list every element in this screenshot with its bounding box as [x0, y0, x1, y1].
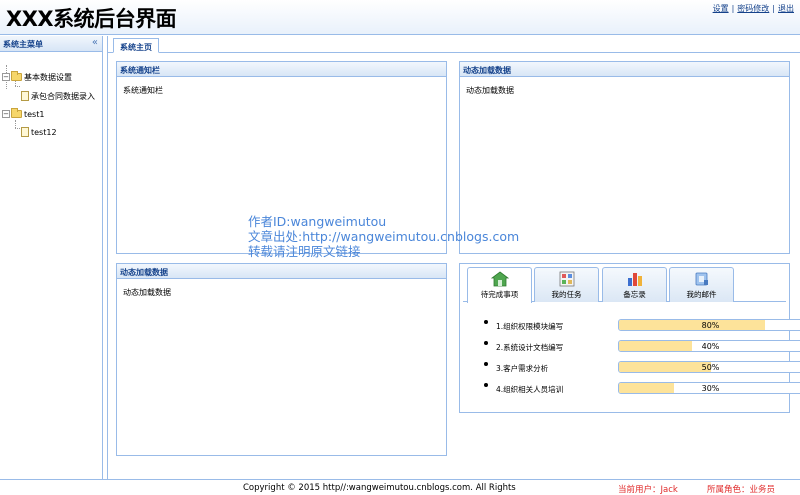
file-icon: [21, 127, 29, 137]
collapse-toggle-icon[interactable]: −: [2, 110, 10, 118]
panel-title: 系统通知栏: [117, 62, 446, 77]
folder-open-icon: [11, 108, 22, 118]
bullet-icon: [484, 383, 488, 387]
tree-leaf-test12[interactable]: test12: [21, 125, 57, 139]
top-links: 设置 | 密码修改 | 退出: [713, 3, 794, 14]
panel-content: 系统通知栏: [123, 86, 163, 95]
watermark-line: 作者ID:wangweimutou: [248, 214, 387, 229]
sidebar: 系统主菜单 « − 基本数据设置 承包合同数据录入 − test1 test12: [0, 36, 103, 479]
task-name: 2.系统设计文档编写: [496, 343, 564, 352]
task-item: 3.客户需求分析 50%: [484, 361, 800, 375]
mail-icon: [693, 271, 711, 287]
progress-label: 30%: [701, 384, 720, 393]
panel-title: 动态加载数据: [117, 264, 446, 279]
tab-home[interactable]: 系统主页: [113, 38, 159, 53]
collapse-icon[interactable]: «: [92, 37, 98, 48]
panel-title: 动态加载数据: [460, 62, 789, 77]
tree-leaf-label: 承包合同数据录入: [31, 91, 95, 101]
task-list-icon: [558, 271, 576, 287]
panel-content: 动态加载数据: [123, 288, 171, 297]
task-name: 4.组织相关人员培训: [496, 385, 564, 394]
progress-label: 50%: [701, 363, 720, 372]
settings-link[interactable]: 设置: [713, 4, 729, 13]
tasks-panel: 待完成事项 我的任务 备忘录 我的邮件 1.组织权限模块编写 80% 2.系统设…: [459, 263, 800, 413]
watermark-line: 文章出处:http://wangweimutou.cnblogs.com: [248, 229, 520, 244]
tab-label: 我的邮件: [686, 290, 717, 299]
current-role: 所属角色：业务员: [707, 485, 776, 495]
tab-pending-items[interactable]: 待完成事项: [467, 267, 532, 303]
progress-bar: 50%: [618, 361, 800, 373]
bullet-icon: [484, 341, 488, 345]
task-tabs: 待完成事项 我的任务 备忘录 我的邮件: [463, 267, 786, 303]
progress-label: 40%: [701, 342, 720, 351]
dynamic-data-panel-2: 动态加载数据 动态加载数据: [116, 263, 447, 456]
tab-label: 我的任务: [551, 290, 582, 299]
watermark-line: 转载请注明原文链接: [248, 244, 361, 259]
link-separator: |: [772, 4, 775, 13]
panel-content: 动态加载数据: [466, 86, 514, 95]
progress-label: 80%: [701, 321, 720, 330]
progress-bar: 40%: [618, 340, 800, 352]
tab-my-tasks[interactable]: 我的任务: [534, 267, 599, 302]
tab-my-mail[interactable]: 我的邮件: [669, 267, 734, 302]
folder-open-icon: [11, 71, 22, 81]
file-icon: [21, 91, 29, 101]
bar-chart-icon: [626, 271, 644, 287]
tree-node-label: test1: [24, 109, 45, 119]
sidebar-title: 系统主菜单: [3, 40, 43, 49]
progress-bar: 30%: [618, 382, 800, 394]
task-item: 4.组织相关人员培训 30%: [484, 382, 800, 396]
task-name: 3.客户需求分析: [496, 364, 549, 373]
collapse-toggle-icon[interactable]: −: [2, 73, 10, 81]
home-icon: [490, 271, 509, 287]
header: XXX系统后台界面 设置 | 密码修改 | 退出: [0, 0, 800, 35]
tree-node-basic-data[interactable]: − 基本数据设置: [2, 70, 72, 84]
bullet-icon: [484, 362, 488, 366]
tab-label: 备忘录: [623, 290, 646, 299]
tree-leaf-contract-entry[interactable]: 承包合同数据录入: [21, 89, 95, 103]
sidebar-header: 系统主菜单 «: [0, 36, 102, 52]
tab-memo[interactable]: 备忘录: [602, 267, 667, 302]
task-item: 2.系统设计文档编写 40%: [484, 340, 800, 354]
app-title: XXX系统后台界面: [6, 7, 177, 31]
current-user: 当前用户：Jack: [618, 485, 678, 495]
tree-node-label: 基本数据设置: [24, 72, 72, 82]
progress-bar: 80%: [618, 319, 800, 331]
bullet-icon: [484, 320, 488, 324]
tree-node-test1[interactable]: − test1: [2, 107, 44, 121]
tab-bar: 系统主页: [108, 36, 800, 53]
watermark: 作者ID:wangweimutou 文章出处:http://wangweimut…: [248, 214, 519, 259]
tree-leaf-label: test12: [31, 127, 57, 137]
logout-link[interactable]: 退出: [778, 4, 794, 13]
tab-label: 待完成事项: [480, 290, 519, 299]
copyright-text: Copyright © 2015 http//:wangweimutou.cnb…: [243, 483, 516, 493]
task-name: 1.组织权限模块编写: [496, 322, 564, 331]
footer: Copyright © 2015 http//:wangweimutou.cnb…: [0, 479, 800, 495]
link-separator: |: [731, 4, 735, 13]
task-item: 1.组织权限模块编写 80%: [484, 319, 800, 333]
change-password-link[interactable]: 密码修改: [737, 4, 769, 13]
